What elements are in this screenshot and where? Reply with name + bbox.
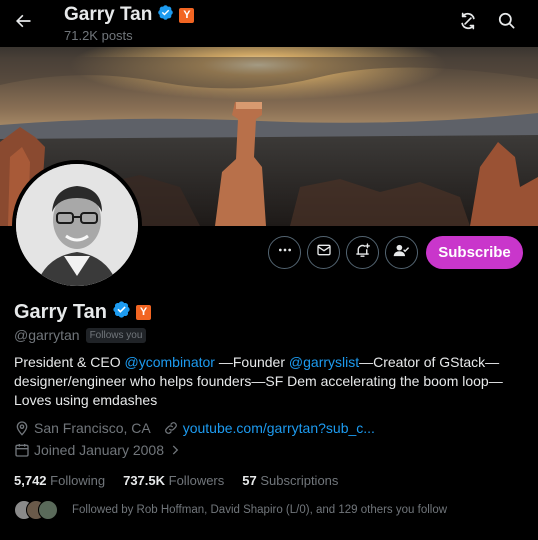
chevron-right-icon	[168, 442, 184, 458]
following-button[interactable]	[385, 236, 418, 269]
follows-you-badge: Follows you	[85, 327, 147, 343]
yc-badge-icon[interactable]: Y	[136, 304, 151, 320]
following-count: 5,742	[14, 473, 47, 488]
back-arrow-icon	[13, 11, 33, 36]
post-count: 71.2K posts	[64, 28, 133, 43]
bio-mention-garryslist[interactable]: @garryslist	[289, 354, 359, 370]
subscribe-button[interactable]: Subscribe	[426, 236, 523, 269]
profile-meta: San Francisco, CA youtube.com/garrytan?s…	[14, 420, 375, 436]
profile-joined-row[interactable]: Joined January 2008	[14, 442, 188, 458]
verified-icon[interactable]	[112, 300, 131, 324]
handle-row: @garrytan Follows you	[14, 327, 147, 343]
message-button[interactable]	[307, 236, 340, 269]
more-icon	[277, 242, 293, 263]
message-icon	[316, 242, 332, 263]
back-button[interactable]	[8, 8, 38, 38]
link-icon	[163, 420, 179, 436]
followed-by-text: Followed by Rob Hoffman, David Shapiro (…	[72, 504, 448, 516]
bio-text: —Founder	[214, 354, 289, 370]
profile-handle: @garrytan	[14, 327, 80, 343]
subscriptions-label: Subscriptions	[260, 473, 339, 488]
notification-icon	[354, 242, 371, 264]
profile-joined: Joined January 2008	[34, 442, 164, 458]
bio-mention-ycombinator[interactable]: @ycombinator	[125, 354, 215, 370]
subscriptions-count: 57	[242, 473, 257, 488]
yc-badge-icon: Y	[179, 7, 195, 23]
profile-website-link[interactable]: youtube.com/garrytan?sub_c...	[183, 420, 375, 436]
followers-count: 737.5K	[123, 473, 166, 488]
profile-location: San Francisco, CA	[34, 420, 151, 436]
followers-label: Followers	[168, 473, 225, 488]
following-icon	[393, 242, 410, 264]
following-label: Following	[50, 473, 106, 488]
followers-stat[interactable]: 737.5K Followers	[123, 473, 224, 488]
notification-button[interactable]	[346, 236, 379, 269]
profile-stats: 5,742 Following 737.5K Followers 57 Subs…	[14, 473, 338, 488]
following-stat[interactable]: 5,742 Following	[14, 473, 105, 488]
verified-icon	[157, 4, 174, 26]
search-button[interactable]	[492, 9, 520, 37]
profile-name-row: Garry Tan Y	[14, 300, 151, 324]
more-button[interactable]	[268, 236, 301, 269]
profile-bio: President & CEO @ycombinator —Founder @g…	[14, 353, 524, 410]
bio-text: President & CEO	[14, 354, 125, 370]
repost-icon	[458, 11, 478, 36]
top-bar: Garry Tan Y 71.2K posts	[0, 0, 538, 47]
profile-avatar[interactable]	[12, 160, 142, 290]
header-title: Garry Tan Y	[64, 4, 195, 26]
location-icon	[14, 420, 30, 436]
profile-name: Garry Tan	[14, 300, 107, 323]
followed-by-row[interactable]: Followed by Rob Hoffman, David Shapiro (…	[14, 500, 447, 520]
repost-button[interactable]	[454, 9, 482, 37]
calendar-icon	[14, 442, 30, 458]
header-name: Garry Tan	[64, 4, 153, 25]
subscriptions-stat[interactable]: 57 Subscriptions	[242, 473, 338, 488]
follower-avatar	[38, 500, 58, 520]
search-icon	[497, 11, 516, 35]
